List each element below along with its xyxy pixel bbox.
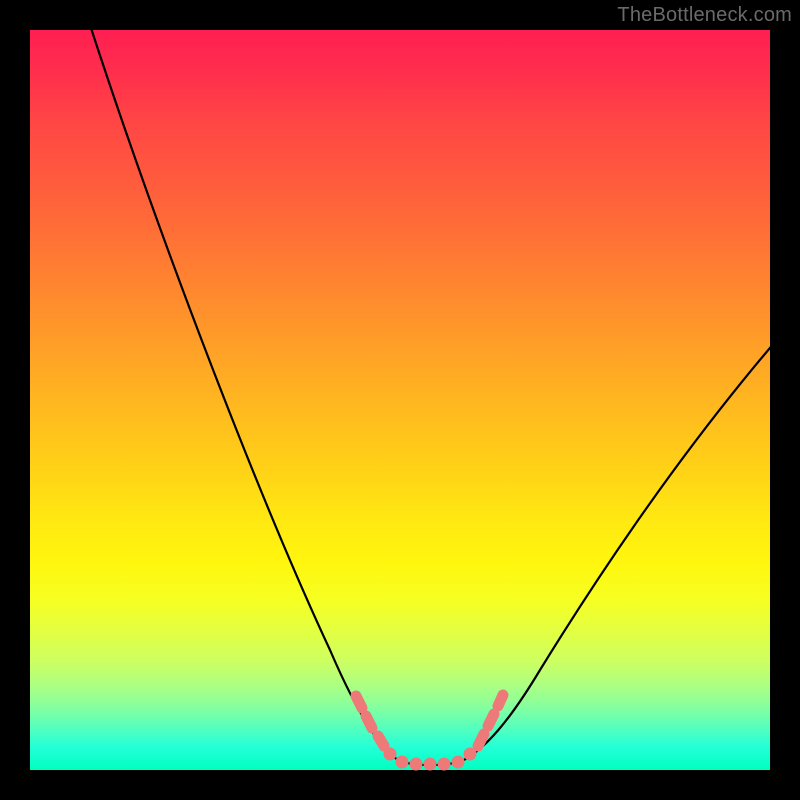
watermark-text: TheBottleneck.com <box>617 4 792 27</box>
outer-frame: TheBottleneck.com <box>0 0 800 800</box>
curve-left <box>90 25 402 762</box>
curve-right <box>460 342 775 762</box>
marker-group <box>356 695 503 770</box>
chart-overlay <box>30 30 770 770</box>
